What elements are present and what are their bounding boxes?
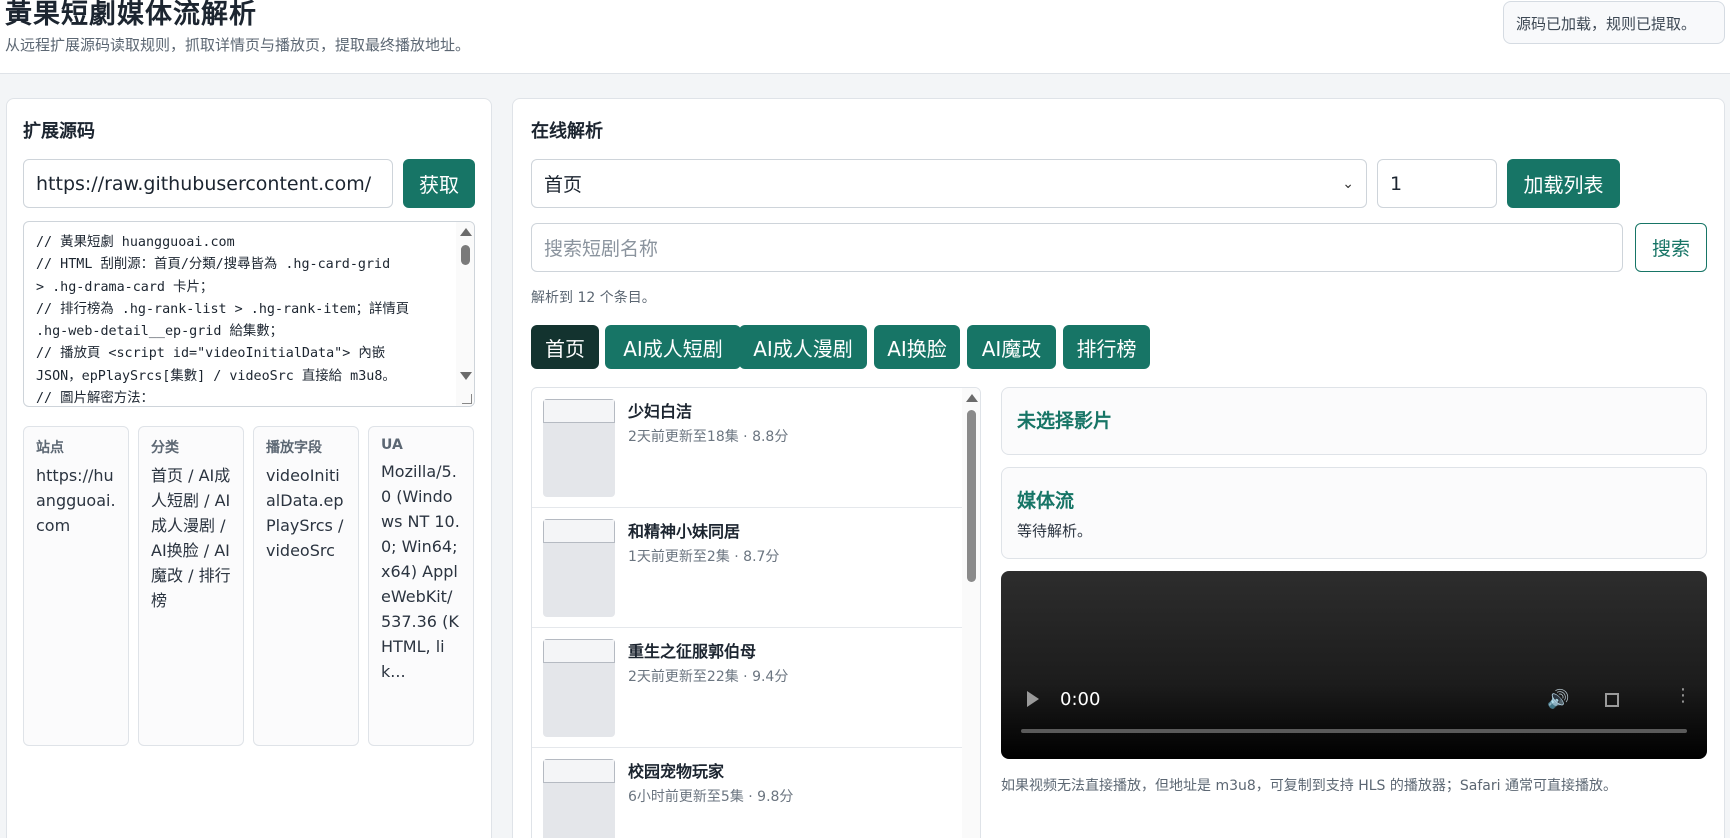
playback-hint: 如果视频无法直接播放，但地址是 m3u8，可复制到支持 HLS 的播放器；Saf… [1001, 778, 1617, 794]
tab-ai-comic[interactable]: AI成人漫剧 [739, 325, 867, 369]
video-progress-bar[interactable] [1021, 729, 1687, 733]
source-code-text: // 黃果短劇 huangguoai.com // HTML 刮削源：首頁/分類… [36, 235, 410, 407]
fetch-button[interactable]: 获取 [403, 159, 475, 208]
broken-image-icon [543, 519, 615, 543]
media-stream-title: 媒体流 [1017, 490, 1075, 512]
broken-image-icon [543, 639, 615, 663]
source-url-input[interactable]: https://raw.githubusercontent.com/ [23, 159, 393, 208]
page-number-input[interactable]: 1 [1377, 159, 1497, 208]
scroll-thumb[interactable] [967, 410, 976, 582]
tab-ranking[interactable]: 排行榜 [1063, 325, 1150, 369]
search-button[interactable]: 搜索 [1635, 223, 1707, 272]
online-parse-panel: 在线解析 首页 ⌄ 1 加载列表 搜索短剧名称 搜索 解析到 12 个条目。 首… [512, 98, 1725, 838]
poster-image [543, 399, 615, 497]
info-card-label: 站点 [36, 440, 64, 456]
fullscreen-icon[interactable] [1605, 693, 1619, 707]
play-icon[interactable] [1027, 691, 1039, 707]
panel-title-source: 扩展源码 [23, 121, 95, 142]
info-card-value: Mozilla/5.0 (Windows NT 10.0; Win64; x64… [381, 462, 460, 681]
list-scrollbar[interactable] [962, 388, 980, 838]
page-title: 黃果短劇媒体流解析 [5, 0, 257, 30]
category-select[interactable]: 首页 ⌄ [531, 159, 1367, 208]
media-stream-card: 媒体流 等待解析。 [1001, 467, 1707, 559]
selected-drama-card: 未选择影片 [1001, 387, 1707, 455]
parse-status: 解析到 12 个条目。 [531, 290, 656, 306]
media-stream-status: 等待解析。 [1017, 522, 1093, 540]
chevron-down-icon: ⌄ [1342, 175, 1354, 192]
info-card-label: 分类 [151, 440, 179, 456]
page-subtitle: 从远程扩展源码读取规则，抓取详情页与播放页，提取最终播放地址。 [5, 36, 471, 54]
list-item[interactable]: 和精神小妹同居 1天前更新至2集 · 8.7分 [532, 508, 962, 628]
info-card-play-field: 播放字段 videoInitialData.epPlaySrcs / video… [253, 426, 359, 746]
search-input[interactable]: 搜索短剧名称 [531, 223, 1623, 272]
tab-ai-faceswap[interactable]: AI换脸 [874, 325, 960, 369]
more-options-icon[interactable]: ⋮ [1674, 685, 1692, 706]
resize-grip-icon[interactable] [462, 394, 472, 404]
info-card-site: 站点 https://huangguoai.com [23, 426, 129, 746]
list-item[interactable]: 少妇白洁 2天前更新至18集 · 8.8分 [532, 388, 962, 508]
poster-image [543, 639, 615, 737]
video-player[interactable]: 0:00 🔊 ⋮ [1001, 571, 1707, 759]
item-title: 重生之征服郭伯母 [628, 642, 757, 661]
tab-home[interactable]: 首页 [531, 325, 599, 369]
info-card-ua: UA Mozilla/5.0 (Windows NT 10.0; Win64; … [368, 426, 474, 746]
poster-image [543, 519, 615, 617]
scroll-thumb[interactable] [461, 245, 470, 265]
extension-source-panel: 扩展源码 https://raw.githubusercontent.com/ … [6, 98, 492, 838]
info-card-label: UA [381, 437, 403, 453]
item-title: 和精神小妹同居 [628, 522, 741, 541]
info-card-category: 分类 首页 / AI成人短剧 / AI成人漫剧 / AI换脸 / AI魔改 / … [138, 426, 244, 746]
status-toast: 源码已加载，规则已提取。 [1503, 1, 1725, 44]
load-list-button[interactable]: 加载列表 [1507, 159, 1620, 208]
info-card-value: https://huangguoai.com [36, 466, 116, 535]
item-meta: 2天前更新至18集 · 8.8分 [628, 429, 789, 445]
item-meta: 1天前更新至2集 · 8.7分 [628, 549, 780, 565]
poster-image [543, 759, 615, 838]
item-title: 少妇白洁 [628, 402, 693, 421]
drama-list: 少妇白洁 2天前更新至18集 · 8.8分 和精神小妹同居 1天前更新至2集 ·… [531, 387, 981, 838]
tab-ai-remix[interactable]: AI魔改 [967, 325, 1056, 369]
info-card-label: 播放字段 [266, 440, 322, 456]
scroll-down-icon[interactable] [460, 372, 472, 380]
category-select-value: 首页 [544, 174, 583, 196]
source-code-textarea[interactable]: // 黃果短劇 huangguoai.com // HTML 刮削源：首頁/分類… [23, 221, 475, 407]
tab-ai-drama[interactable]: AI成人短剧 [605, 325, 741, 369]
info-card-value: videoInitialData.epPlaySrcs / videoSrc [266, 466, 344, 560]
scroll-up-icon[interactable] [966, 394, 978, 402]
item-meta: 6小时前更新至5集 · 9.8分 [628, 789, 794, 805]
list-item[interactable]: 重生之征服郭伯母 2天前更新至22集 · 9.4分 [532, 628, 962, 748]
panel-title-parse: 在线解析 [531, 121, 603, 142]
volume-icon[interactable]: 🔊 [1547, 689, 1569, 710]
selected-drama-title: 未选择影片 [1017, 410, 1113, 432]
app-header: 黃果短劇媒体流解析 从远程扩展源码读取规则，抓取详情页与播放页，提取最终播放地址… [0, 0, 1730, 74]
info-card-value: 首页 / AI成人短剧 / AI成人漫剧 / AI换脸 / AI魔改 / 排行榜 [151, 466, 231, 610]
code-scrollbar[interactable] [456, 222, 474, 406]
broken-image-icon [543, 759, 615, 783]
broken-image-icon [543, 399, 615, 423]
video-time: 0:00 [1060, 689, 1101, 710]
scroll-up-icon[interactable] [460, 228, 472, 236]
item-title: 校园宠物玩家 [628, 762, 725, 781]
list-item[interactable]: 校园宠物玩家 6小时前更新至5集 · 9.8分 [532, 748, 962, 838]
item-meta: 2天前更新至22集 · 9.4分 [628, 669, 789, 685]
